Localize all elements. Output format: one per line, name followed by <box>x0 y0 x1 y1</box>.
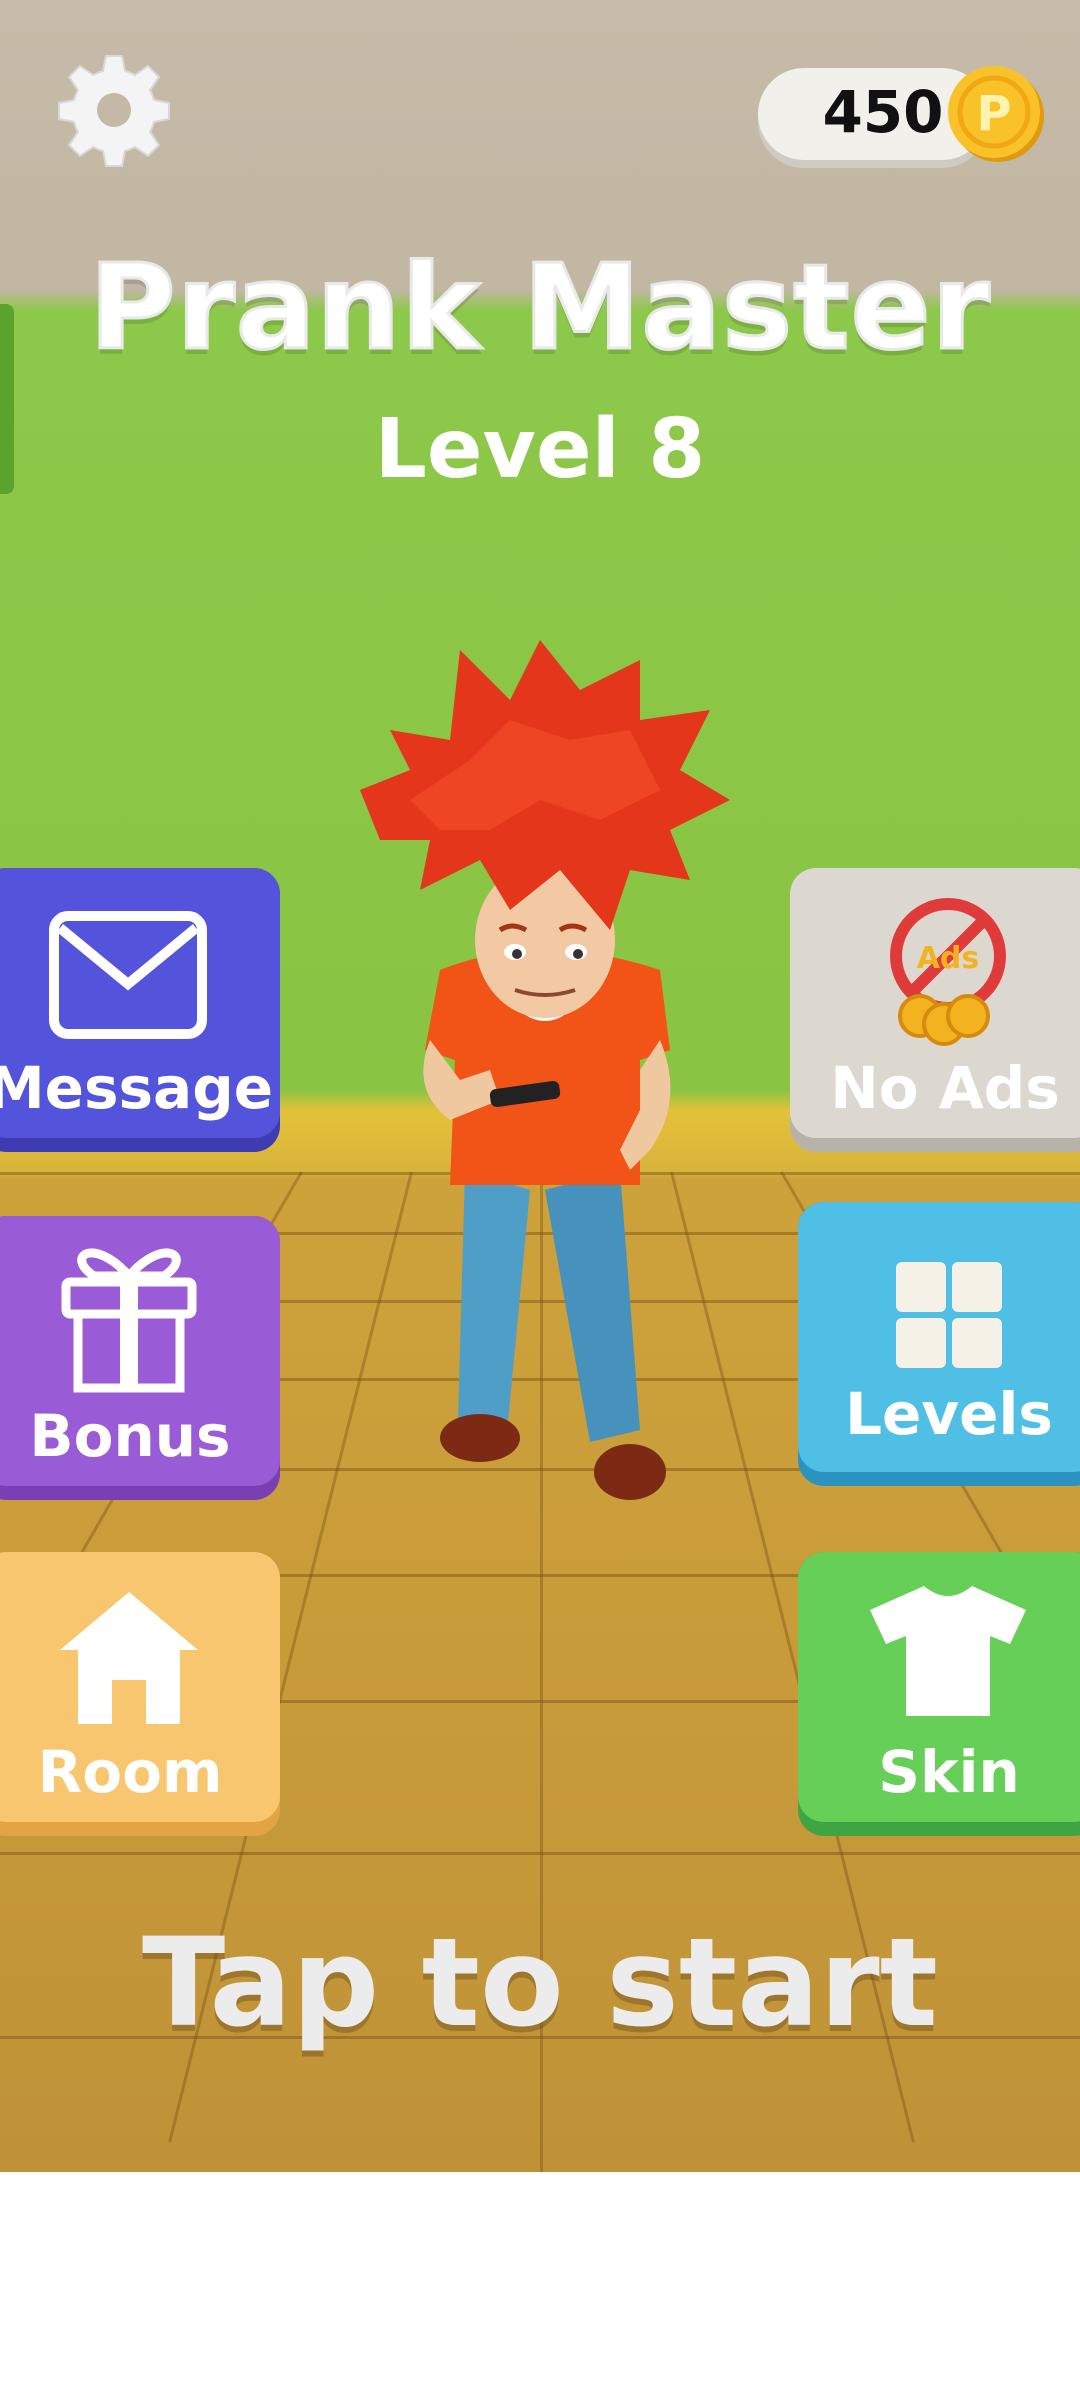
gift-icon <box>61 1248 197 1393</box>
settings-gear-icon[interactable] <box>56 52 172 168</box>
bonus-button[interactable]: Bonus <box>0 1216 280 1500</box>
no-ads-button[interactable]: Ads No Ads <box>790 868 1080 1152</box>
no-ads-button-label: No Ads <box>830 1054 1060 1122</box>
levels-button[interactable]: Levels <box>798 1202 1080 1486</box>
room-button[interactable]: Room <box>0 1552 280 1836</box>
bonus-button-label: Bonus <box>29 1402 231 1470</box>
message-button[interactable]: Message <box>0 868 280 1152</box>
coin-counter: 450 P <box>758 64 1048 164</box>
coin-symbol: P <box>976 86 1011 142</box>
house-icon <box>60 1592 198 1724</box>
room-button-label: Room <box>37 1738 223 1806</box>
envelope-icon <box>49 911 207 1039</box>
skin-button-label: Skin <box>878 1738 1020 1806</box>
message-button-label: Message <box>0 1054 274 1122</box>
game-scene[interactable]: 450 P Prank Master Level 8 Message Bonus… <box>0 0 1080 2172</box>
game-title: Prank Master <box>88 237 992 378</box>
tshirt-icon <box>870 1586 1026 1716</box>
levels-button-label: Levels <box>845 1380 1053 1448</box>
coin-count: 450 <box>822 78 944 146</box>
tap-to-start-prompt[interactable]: Tap to start <box>0 1912 1080 2054</box>
bottom-blank-area <box>0 2172 1080 2400</box>
no-ads-icon: Ads <box>890 898 1006 1046</box>
grid-icon <box>896 1262 1002 1368</box>
skin-button[interactable]: Skin <box>798 1552 1080 1836</box>
no-ads-icon-text: Ads <box>917 941 980 976</box>
character-figure <box>360 640 730 1500</box>
coin-icon: P <box>948 66 1044 162</box>
level-label: Level 8 <box>374 402 706 497</box>
